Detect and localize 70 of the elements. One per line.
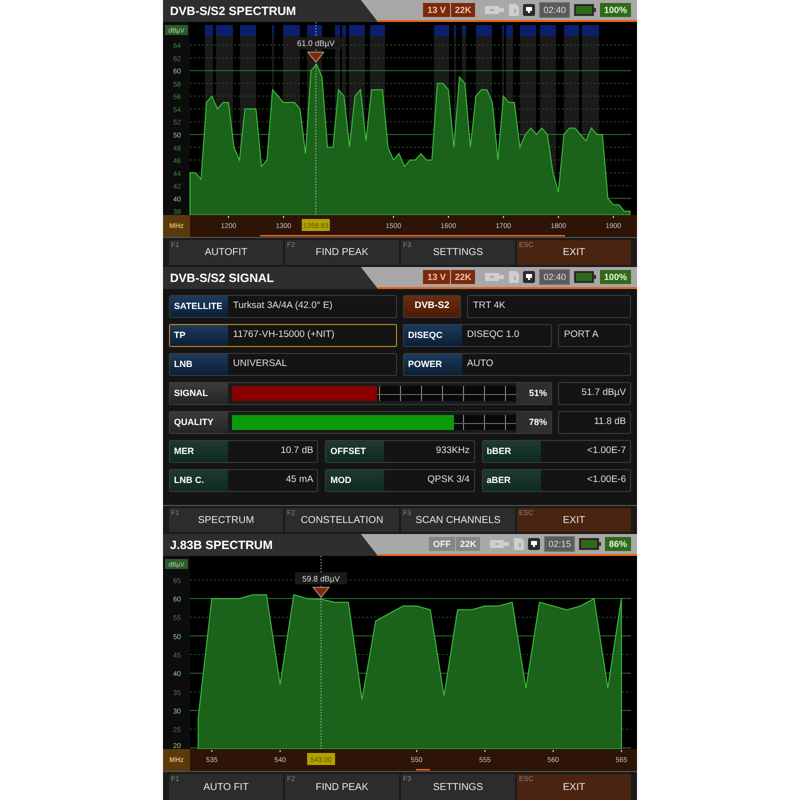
status-badge: OFF (428, 537, 455, 551)
battery-icon (574, 4, 596, 16)
battery-icon (578, 538, 601, 550)
battery-percent: 100% (600, 3, 631, 17)
ethernet-icon (528, 538, 540, 550)
measurement-label: MER (170, 441, 228, 462)
marker-triangle-icon (312, 586, 330, 598)
meter-reading: 11.8 dB (558, 411, 631, 434)
usb-icon (485, 5, 506, 15)
measurement-label: bBER (482, 441, 541, 462)
measurement-label: MOD (326, 470, 384, 491)
sd-card-icon (509, 271, 520, 283)
status-badge: 22K (450, 3, 476, 17)
setting-field[interactable]: POWER AUTO (403, 353, 631, 376)
field-value: UNIVERSAL (232, 357, 287, 372)
field-label: POWER (404, 354, 462, 375)
sd-card-icon (509, 4, 520, 16)
clock-time: 02:40 (539, 269, 570, 285)
measurement-value: 10.7 dB (280, 444, 314, 458)
status-badge: 22K (450, 270, 476, 284)
field-label: TP (170, 325, 228, 346)
setting-field[interactable]: LNB UNIVERSAL (169, 353, 397, 376)
scroll-indicator (416, 769, 430, 770)
ethernet-icon (523, 4, 536, 16)
meter-label: QUALITY (170, 412, 228, 433)
measurement-value: 45 mA (284, 473, 314, 488)
marker-triangle-icon (307, 52, 325, 63)
setting-field[interactable]: DISEQC DISEQC 1.0 (403, 324, 552, 347)
measurement-label: OFFSET (326, 441, 384, 462)
meter-percent: 78% (516, 412, 551, 433)
field-value: Turksat 3A/4A (42.0° E) (232, 299, 333, 314)
value-field[interactable]: TRT 4K (467, 295, 631, 318)
battery-percent: 86% (604, 537, 631, 551)
status-badge: 13 V (423, 3, 450, 17)
measurement-value: QPSK 3/4 (426, 473, 471, 488)
measurement-value: <1.00E-6 (586, 473, 627, 488)
measurement-value: <1.00E-7 (586, 444, 627, 458)
field-value: AUTO (466, 357, 494, 372)
measurement-label: aBER (482, 470, 541, 491)
annotation: 61.0 dBµV (297, 39, 336, 48)
sd-card-icon (514, 538, 524, 550)
panel-title: DVB-S/S2 SIGNAL (170, 270, 274, 287)
panel-title: DVB-S/S2 SPECTRUM (170, 3, 296, 20)
field-value: DISEQC 1.0 (466, 328, 520, 342)
meter-reading: 51.7 dBµV (558, 382, 631, 405)
field-value: 11767-VH-15000 (+NIT) (232, 328, 334, 342)
measurement-label: LNB C. (170, 470, 228, 491)
peak-marker-label: 59.8 dBµV (295, 572, 348, 584)
clock-time: 02:40 (539, 2, 570, 18)
standard-chip[interactable]: DVB-S2 (403, 295, 461, 318)
ethernet-icon (523, 271, 536, 283)
setting-field[interactable]: SATELLITE Turksat 3A/4A (42.0° E) (169, 295, 397, 318)
status-badge: 13 V (423, 270, 450, 284)
battery-icon (574, 271, 596, 283)
value-field[interactable]: PORT A (558, 324, 631, 347)
setting-field[interactable]: TP 11767-VH-15000 (+NIT) (169, 324, 397, 347)
clock-time: 02:15 (544, 536, 575, 552)
field-label: SATELLITE (170, 296, 228, 317)
usb-icon (490, 539, 510, 549)
panel-title: J.83B SPECTRUM (170, 537, 273, 554)
field-label: DISEQC (404, 325, 462, 346)
field-label: LNB (170, 354, 228, 375)
meter-percent: 51% (516, 383, 551, 404)
meter-label: SIGNAL (170, 383, 228, 404)
usb-icon (485, 272, 506, 282)
peak-marker-label: 61.0 dBµV (290, 37, 342, 50)
status-badge: 22K (456, 537, 480, 551)
battery-percent: 100% (600, 270, 631, 284)
annotation: 59.8 dBµV (302, 574, 340, 584)
measurement-value: 933KHz (434, 444, 471, 458)
